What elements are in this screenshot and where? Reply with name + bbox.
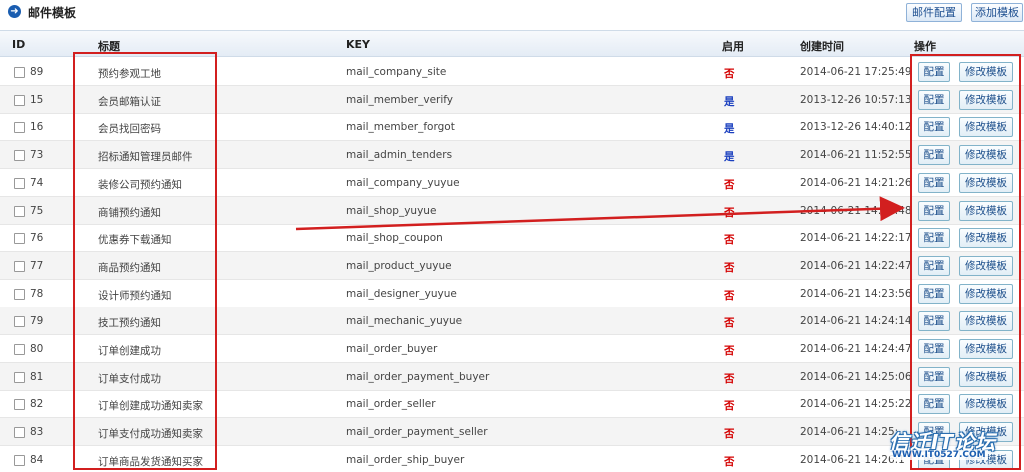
annotation-arrow xyxy=(295,196,905,231)
arrow-line xyxy=(295,196,905,231)
